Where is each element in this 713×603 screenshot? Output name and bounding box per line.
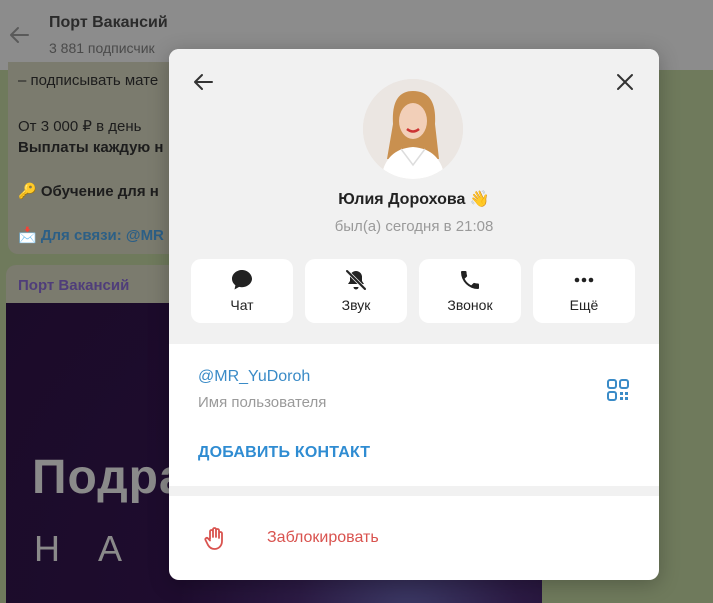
last-seen-status: был(а) сегодня в 21:08 — [334, 218, 494, 235]
subscriber-count: 3 881 подписчик — [49, 40, 155, 56]
username-link[interactable]: @MR_YuDoroh — [198, 368, 310, 386]
close-icon — [617, 74, 633, 90]
profile-modal: Юлия Дорохова 👋 был(а) сегодня в 21:08 Ч… — [169, 49, 659, 580]
channel-title[interactable]: Порт Вакансий — [49, 14, 168, 32]
message-line: – подписывать мате — [18, 72, 159, 89]
more-action-button[interactable]: Ещё — [533, 259, 635, 323]
call-action-button[interactable]: Звонок — [419, 259, 521, 323]
profile-name-text: Юлия Дорохова — [338, 191, 466, 208]
message-line: Выплаты каждую н — [18, 139, 164, 156]
close-button[interactable] — [611, 68, 639, 96]
sound-action-button[interactable]: Звук — [305, 259, 407, 323]
avatar[interactable] — [363, 79, 463, 179]
back-button[interactable] — [189, 68, 217, 96]
profile-info-section: @MR_YuDoroh Имя пользователя ДОБАВИТЬ КО… — [169, 344, 659, 486]
hand-stop-icon — [204, 527, 223, 550]
bell-muted-icon — [345, 269, 367, 291]
back-arrow-icon[interactable] — [8, 24, 30, 46]
username-caption: Имя пользователя — [198, 394, 327, 411]
qr-code-icon[interactable] — [607, 379, 629, 401]
section-divider — [169, 486, 659, 496]
chat-action-button[interactable]: Чат — [191, 259, 293, 323]
image-text: Подра — [32, 451, 187, 504]
message-line: От 3 000 ₽ в день — [18, 118, 142, 135]
add-contact-button[interactable]: ДОБАВИТЬ КОНТАКТ — [198, 444, 370, 462]
call-action-label: Звонок — [447, 297, 493, 313]
chat-icon — [232, 270, 252, 290]
more-action-label: Ещё — [569, 297, 599, 313]
back-arrow-icon — [194, 74, 213, 90]
block-user-label: Заблокировать — [267, 529, 379, 546]
message-link[interactable]: 📩 Для связи: @MR — [18, 226, 164, 244]
message-sender[interactable]: Порт Вакансий — [18, 277, 129, 294]
profile-header: Юлия Дорохова 👋 был(а) сегодня в 21:08 Ч… — [169, 49, 659, 344]
block-user-button[interactable]: Заблокировать — [169, 509, 659, 565]
chat-action-label: Чат — [230, 297, 254, 313]
waving-hand-emoji: 👋 — [469, 191, 490, 208]
avatar-image — [363, 79, 463, 179]
image-text: Н А — [34, 528, 137, 569]
message-line: 🔑 Обучение для н — [18, 183, 159, 200]
more-icon — [574, 277, 594, 283]
sound-action-label: Звук — [341, 297, 371, 313]
phone-icon — [461, 271, 479, 289]
profile-name: Юлия Дорохова 👋 — [169, 189, 659, 209]
